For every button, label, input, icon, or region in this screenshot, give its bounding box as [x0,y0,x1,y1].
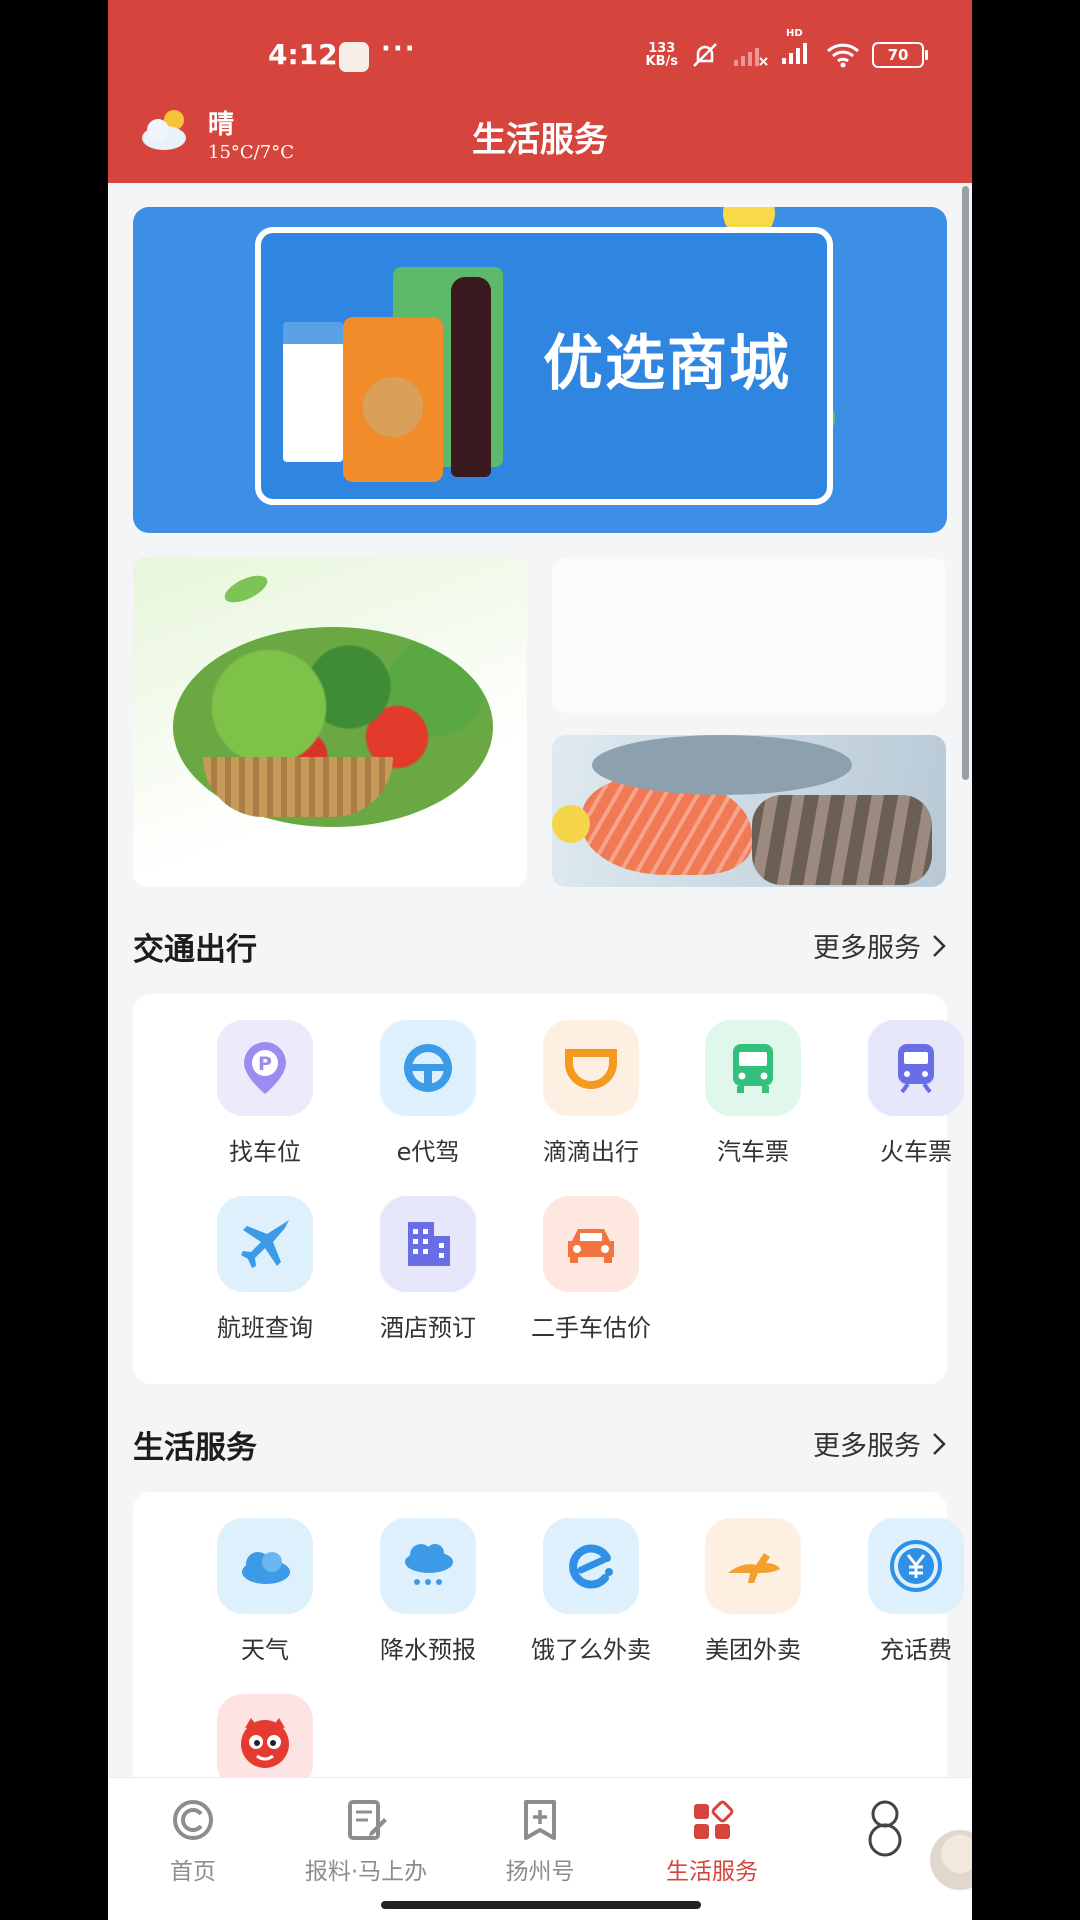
signal-sim1-icon [782,43,807,64]
nav-label: 报料·马上办 [304,1859,428,1885]
vegetable-promo-tile[interactable] [133,557,527,887]
life-more-label: 更多服务 [813,1431,921,1462]
nav-report[interactable]: 报料·马上办 [286,1798,446,1886]
scrollbar[interactable] [962,186,969,780]
service-label: 美团外卖 [705,1636,801,1664]
meituan-kangaroo-icon [705,1518,801,1614]
battery-indicator: 70 [872,42,928,68]
chevron-right-icon [933,934,946,957]
net-speed-unit: KB/s [645,54,678,69]
steering-wheel-icon [380,1020,476,1116]
service-precipitation[interactable]: 降水预报 [353,1518,503,1665]
banner-title: 优选商城 [543,329,791,399]
signal-sim1: HD [780,28,814,70]
promo-tile-placeholder[interactable] [552,557,946,713]
phone-screen: 4:12 ··· 133 KB/s HD 70 晴 15°C/7°C 生活服务 … [108,0,972,1920]
tmall-cat-icon [217,1694,313,1790]
chevron-right-icon [933,1432,946,1455]
service-label: 降水预报 [380,1636,476,1664]
car-icon [543,1196,639,1292]
train-icon [868,1020,964,1116]
airplane-icon [217,1196,313,1292]
service-label: 汽车票 [717,1138,789,1166]
transport-section-header: 交通出行 更多服务 [133,920,947,970]
report-edit-icon [348,1800,387,1840]
shrimp-image [752,795,932,885]
service-label: 找车位 [229,1138,301,1166]
nav-label: 扬州号 [505,1859,575,1885]
service-eleme[interactable]: 饿了么外卖 [516,1518,666,1665]
service-train-ticket[interactable]: 火车票 [841,1020,972,1167]
service-label: 天气 [241,1636,289,1664]
svg-text:P: P [258,1053,272,1075]
leaf-decoration [220,570,272,608]
nav-yangzhou-account[interactable]: 扬州号 [460,1798,620,1886]
fish-image [592,735,852,795]
life-services-card: 天气 降水预报 饿了么外卖 美团外卖 充话费 [133,1492,964,1812]
transport-section-title: 交通出行 [133,932,257,968]
mute-bell-icon [693,43,717,67]
lemon-slice-image [552,805,590,843]
milk-carton-image [283,322,343,462]
more-notifications-icon: ··· [381,34,417,64]
cookie-bag-image [343,317,443,482]
yuan-coin-icon [868,1518,964,1614]
service-bus-ticket[interactable]: 汽车票 [678,1020,828,1167]
signal-sim2-icon [734,48,768,66]
status-time: 4:12 [268,38,338,71]
bus-icon [705,1020,801,1116]
transport-services-card: P 找车位 e代驾 滴滴出行 汽车票 火车票 航班查询 酒店预订 二手车估价 [133,994,964,1384]
page-title: 生活服务 [472,120,608,160]
eleme-logo-icon [543,1518,639,1614]
bookmark-plus-icon [524,1800,556,1840]
service-weather[interactable]: 天气 [190,1518,340,1665]
bottom-navigation: 首页 报料·马上办 扬州号 生活服务 [108,1777,972,1920]
hotel-building-icon [380,1196,476,1292]
nav-life-services[interactable]: 生活服务 [632,1798,792,1886]
service-hotel-booking[interactable]: 酒店预订 [353,1196,503,1343]
didi-logo-icon [543,1020,639,1116]
status-icons: 133 KB/s HD 70 [646,28,928,70]
parking-pin-icon: P [217,1020,313,1116]
top-bar: 4:12 ··· 133 KB/s HD 70 晴 15°C/7°C 生活服务 [108,0,972,183]
transport-more-label: 更多服务 [813,933,921,964]
wicker-basket-image [203,757,393,817]
service-meituan[interactable]: 美团外卖 [678,1518,828,1665]
service-label: e代驾 [396,1138,460,1166]
wifi-icon [826,43,860,68]
home-gesture-bar[interactable] [381,1901,701,1909]
life-more-services-link[interactable]: 更多服务 [813,1424,947,1463]
home-icon [173,1800,213,1840]
service-label: 酒店预订 [380,1314,476,1342]
service-phone-recharge[interactable]: 充话费 [841,1518,972,1665]
service-find-parking[interactable]: P 找车位 [190,1020,340,1167]
service-e-driver[interactable]: e代驾 [353,1020,503,1167]
service-label: 二手车估价 [531,1314,651,1342]
grid-apps-icon [694,1800,734,1839]
service-label: 饿了么外卖 [531,1636,651,1664]
service-label: 滴滴出行 [543,1138,639,1166]
nav-label: 生活服务 [666,1859,758,1885]
notification-avatar-icon [339,42,369,72]
hd-label: HD [786,28,803,39]
service-label: 充话费 [880,1636,952,1664]
wine-bottle-image [451,277,491,477]
net-speed: 133 KB/s [646,42,678,68]
life-section-header: 生活服务 更多服务 [133,1418,947,1468]
cloud-icon [217,1518,313,1614]
service-label: 航班查询 [217,1314,313,1342]
life-section-title: 生活服务 [133,1430,257,1466]
transport-more-services-link[interactable]: 更多服务 [813,926,947,965]
nav-label: 首页 [170,1859,216,1885]
cookie-image [363,377,423,437]
mall-banner[interactable]: 优选商城 [133,207,947,533]
service-didi[interactable]: 滴滴出行 [516,1020,666,1167]
seafood-promo-tile[interactable] [552,735,946,887]
service-flight-query[interactable]: 航班查询 [190,1196,340,1343]
service-used-car-valuation[interactable]: 二手车估价 [516,1196,666,1343]
nav-home[interactable]: 首页 [113,1798,273,1886]
rain-cloud-icon [380,1518,476,1614]
service-label: 火车票 [880,1138,952,1166]
snowman-icon [868,1800,902,1857]
